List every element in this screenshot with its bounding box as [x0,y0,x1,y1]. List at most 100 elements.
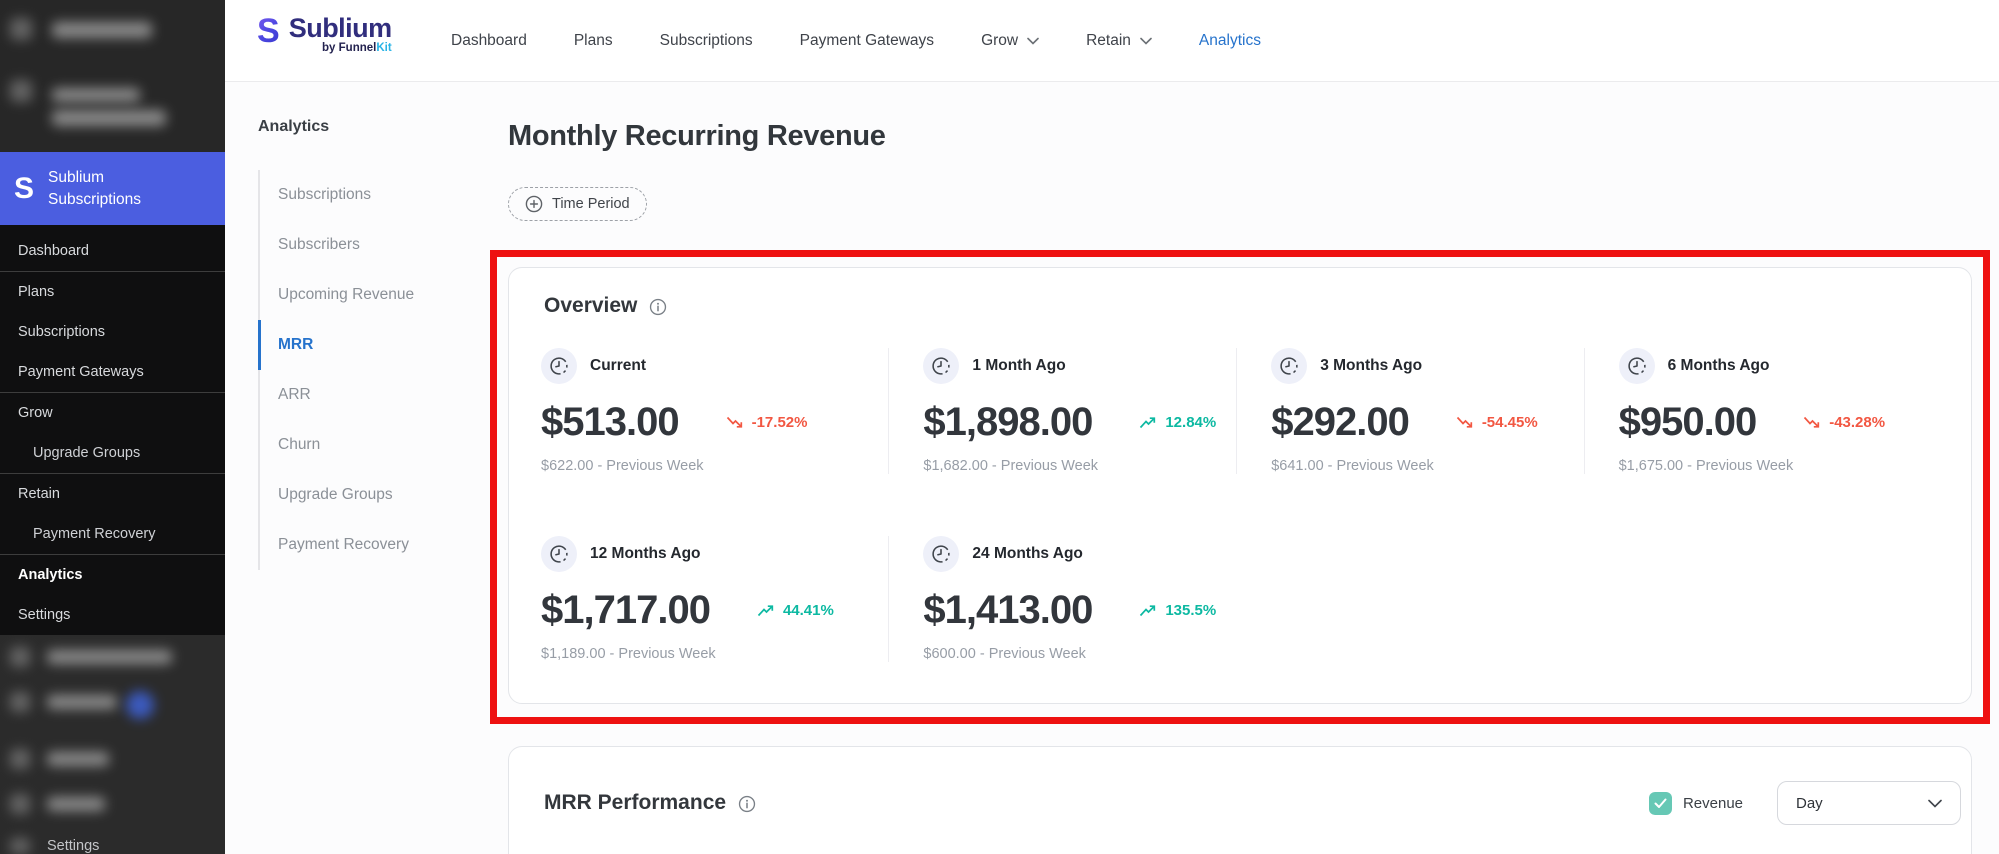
stat-previous: $622.00 - Previous Week [541,458,704,474]
clock-icon [1618,348,1655,384]
stat-previous: $600.00 - Previous Week [923,646,1086,662]
trend-up-indicator: 12.84% [1138,414,1216,431]
content-area: Analytics Subscriptions Subscribers Upco… [225,82,1999,854]
clock-icon [541,536,577,572]
sidebar-item-sublium-subscriptions[interactable]: S Sublium Subscriptions [0,152,225,225]
brand-name: Sublium [288,13,393,43]
sidebar-item-plans[interactable]: Plans [0,272,225,312]
sidebar-item-dashboard[interactable]: Dashboard [0,231,225,271]
top-navigation: Dashboard Plans Subscriptions Payment Ga… [451,0,1261,81]
stat-label: 3 Months Ago [1320,357,1423,374]
tab-grow[interactable]: Grow [981,32,1039,50]
tab-analytics[interactable]: Analytics [1199,32,1261,50]
stat-previous: $1,675.00 - Previous Week [1618,458,1794,474]
interval-dropdown[interactable]: Day [1777,781,1961,825]
info-icon[interactable] [738,795,756,813]
sidebar-item-upgrade-groups[interactable]: Upgrade Groups [0,433,225,473]
tab-payment-gateways[interactable]: Payment Gateways [800,32,934,50]
stat-6-months-ago: 6 Months Ago $950.00 -43.28% $1,675.00 -… [1583,348,1931,474]
tab-subscriptions[interactable]: Subscriptions [660,32,753,50]
brand-byline: by FunnelKit [322,42,392,54]
stat-value: $1,898.00 [923,400,1093,444]
mrr-performance-card: MRR Performance Revenue Day [508,746,1972,854]
sidenav-item-subscriptions[interactable]: Subscriptions [260,170,468,220]
trend-percent: 44.41% [782,602,834,619]
tab-dashboard[interactable]: Dashboard [451,32,527,50]
stat-value: $950.00 [1618,400,1758,444]
stat-label: 6 Months Ago [1667,357,1770,374]
mrr-performance-title: MRR Performance [544,791,727,814]
top-bar: S Sublium by FunnelKit Dashboard Plans S… [225,0,1999,82]
time-period-button[interactable]: Time Period [508,187,647,221]
wp-sidebar-top-section [0,0,225,152]
redacted-menu-label [52,110,166,126]
wp-submenu: Dashboard Plans Subscriptions Payment Ga… [0,225,225,635]
wp-admin-sidebar: S Sublium Subscriptions Dashboard Plans … [0,0,225,854]
sidebar-item-analytics[interactable]: Analytics [0,555,225,595]
wp-sidebar-bottom-section: Settings [0,635,225,854]
check-icon [1654,798,1667,808]
sidenav-item-upgrade-groups[interactable]: Upgrade Groups [260,470,468,520]
sidenav-item-upcoming-revenue[interactable]: Upcoming Revenue [260,270,468,320]
redacted-menu-icon [10,80,32,102]
redacted-menu-label [47,797,105,811]
stat-current: Current $513.00 -17.52% $622.00 - Previo… [541,348,888,474]
tab-retain[interactable]: Retain [1086,32,1152,50]
redacted-menu-label [52,88,140,102]
trend-up-arrow-icon [1140,417,1156,429]
sidebar-item-grow[interactable]: Grow [0,393,225,433]
redacted-menu-label [52,22,152,38]
sidebar-item-retain[interactable]: Retain [0,474,225,514]
redacted-menu-icon [10,647,30,667]
plus-circle-icon [525,195,543,213]
tab-plans[interactable]: Plans [574,32,613,50]
sidenav-item-arr[interactable]: ARR [260,370,468,420]
chevron-down-icon [1928,799,1942,808]
time-period-label: Time Period [552,196,630,212]
stat-label: 12 Months Ago [590,545,701,562]
trend-down-indicator: -17.52% [725,414,808,431]
revenue-checkbox[interactable] [1648,791,1672,815]
sidebar-item-settings[interactable]: Settings [0,595,225,635]
chevron-down-icon [1027,37,1039,45]
trend-percent: -43.28% [1829,414,1886,431]
sidebar-active-label: Sublium Subscriptions [48,168,142,208]
clock-icon [923,348,960,384]
trend-percent: -17.52% [751,414,808,431]
sublium-logo-icon: S [14,171,35,205]
trend-up-indicator: 135.5% [1138,602,1216,619]
sidenav-item-subscribers[interactable]: Subscribers [260,220,468,270]
sidebar-item-subscriptions[interactable]: Subscriptions [0,312,225,352]
overview-stats-row-2: 12 Months Ago $1,717.00 44.41% $1,189.00… [509,536,1971,662]
sublium-logo-icon: S [257,12,280,50]
chevron-down-icon [1140,37,1152,45]
trend-percent: 12.84% [1165,414,1217,431]
stat-previous: $1,682.00 - Previous Week [923,458,1099,474]
sidebar-item-payment-gateways[interactable]: Payment Gateways [0,352,225,392]
clock-icon [541,348,577,384]
clock-icon [923,536,960,572]
sidenav-item-churn[interactable]: Churn [260,420,468,470]
brand-logo: S Sublium by FunnelKit [257,14,392,55]
trend-down-arrow-icon [1804,416,1820,428]
sidebar-bottom-settings-label: Settings [47,838,100,854]
page-title: Monthly Recurring Revenue [508,120,886,152]
stat-value: $513.00 [541,400,680,444]
sidebar-item-payment-recovery[interactable]: Payment Recovery [0,514,225,554]
analytics-section-heading: Analytics [258,118,330,135]
stat-value: $1,717.00 [541,588,711,632]
trend-down-indicator: -54.45% [1455,414,1538,431]
trend-down-indicator: -43.28% [1802,414,1885,431]
stat-label: Current [590,357,646,374]
sidenav-item-mrr[interactable]: MRR [258,320,468,370]
info-icon[interactable] [649,298,667,316]
trend-down-arrow-icon [726,416,742,428]
overview-stats-row-1: Current $513.00 -17.52% $622.00 - Previo… [509,348,1971,474]
trend-up-arrow-icon [757,605,774,617]
sidenav-item-payment-recovery[interactable]: Payment Recovery [260,520,468,570]
performance-controls: Revenue Day [1648,781,1961,825]
analytics-side-nav: Subscriptions Subscribers Upcoming Reven… [258,170,468,570]
overview-card-title: Overview [544,294,638,317]
redacted-menu-icon [10,794,30,814]
stat-value: $292.00 [1271,400,1410,444]
